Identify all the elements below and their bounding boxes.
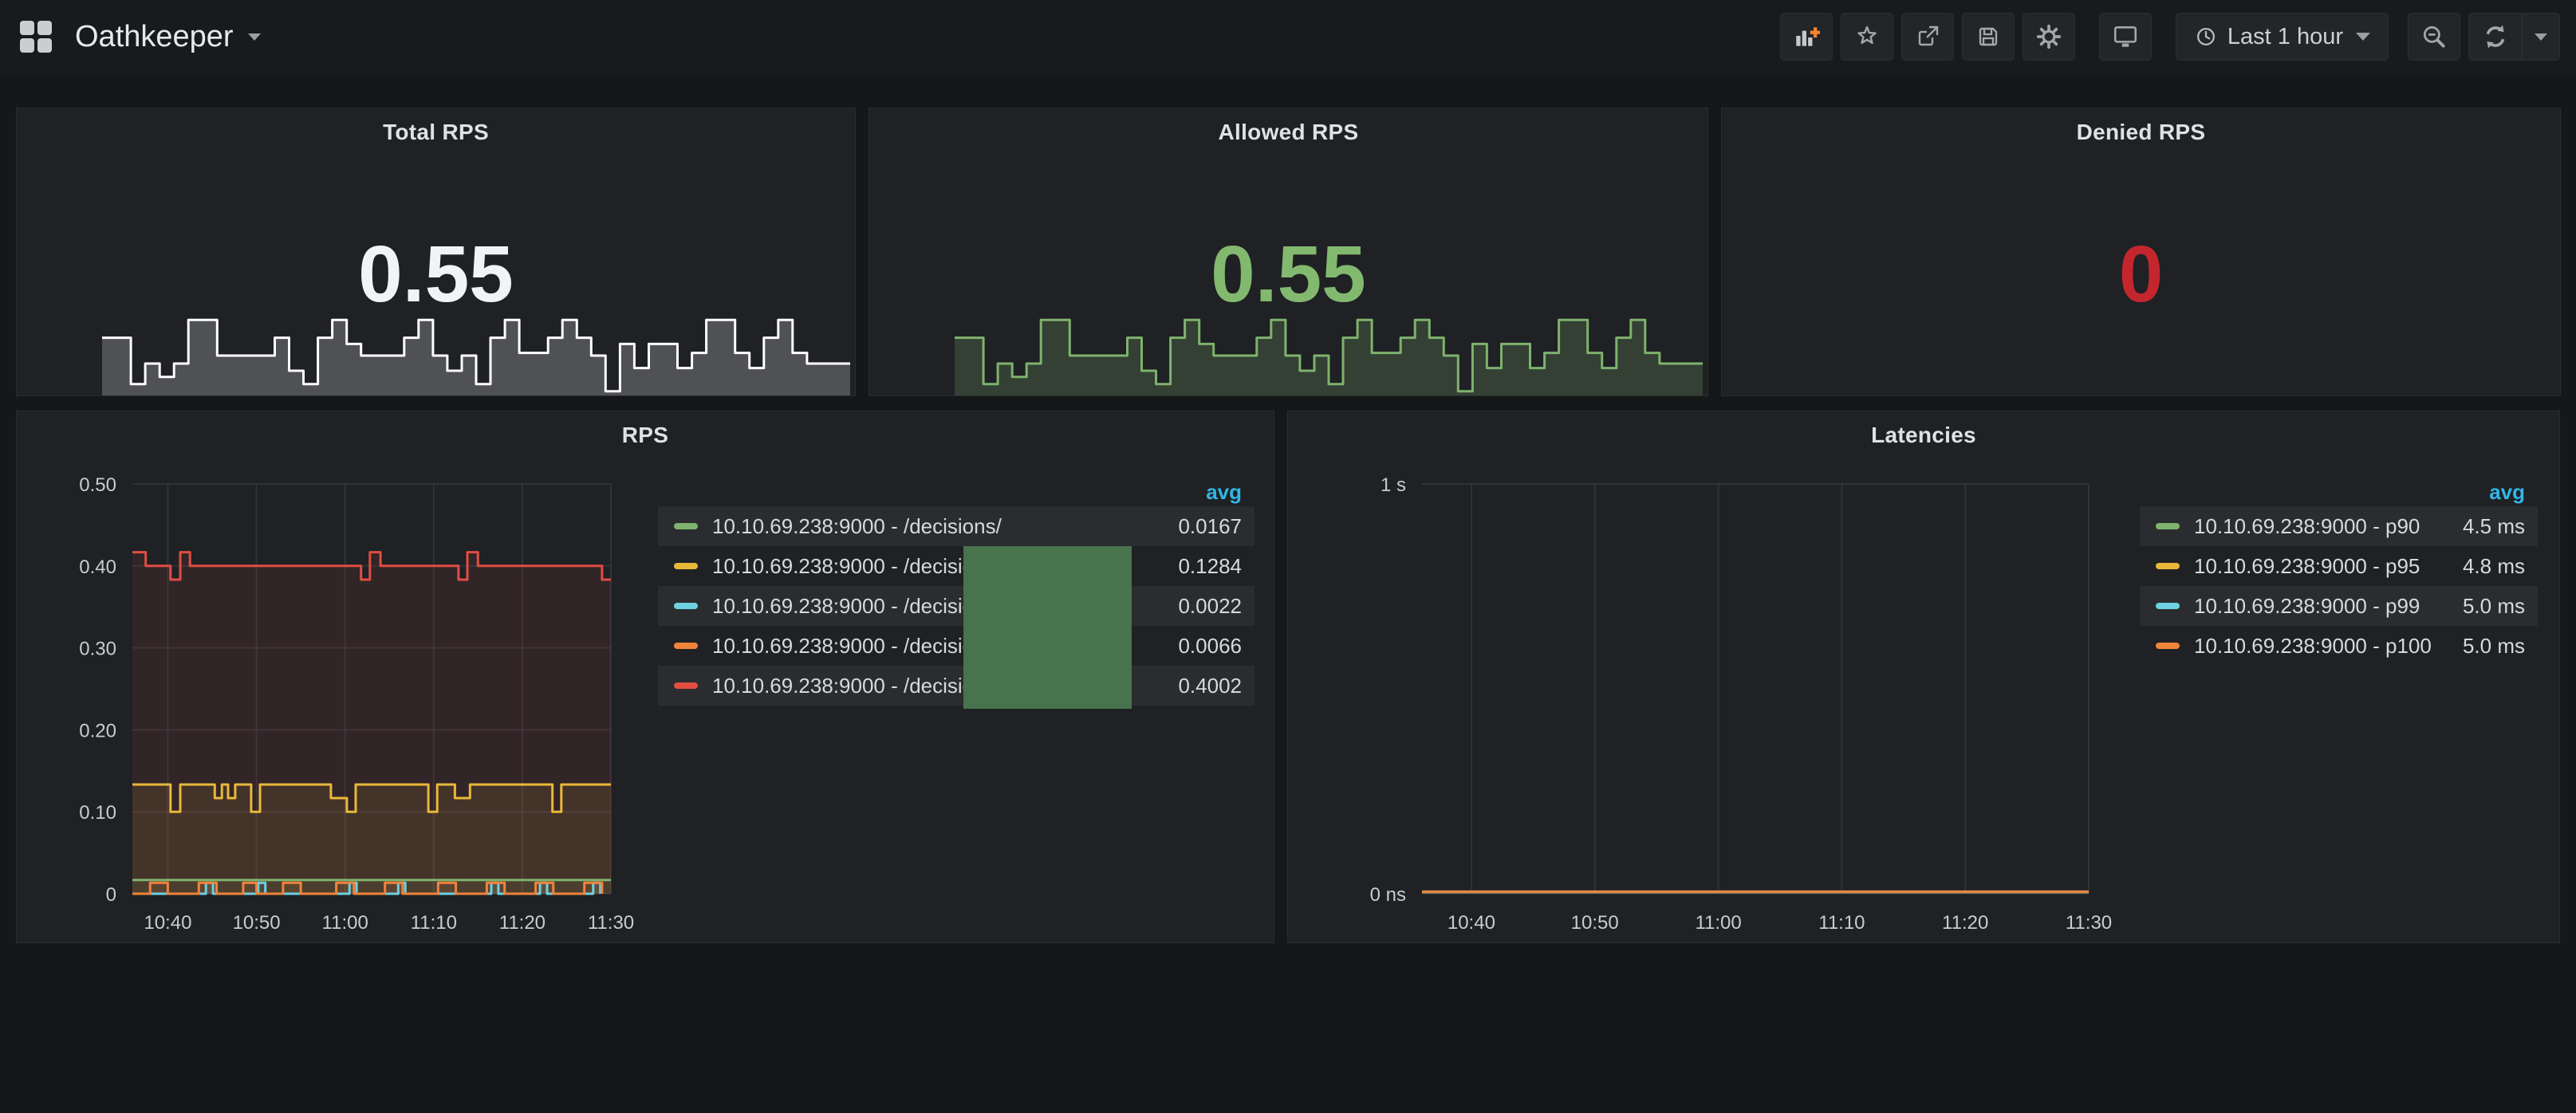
- settings-button[interactable]: [2023, 13, 2075, 61]
- series-avg-value: 5.0 ms: [2463, 634, 2538, 659]
- stat-value: 0: [1722, 234, 2560, 314]
- dashboard-title-group[interactable]: Oathkeeper: [19, 20, 261, 54]
- x-axis-label: 10:50: [1571, 912, 1619, 934]
- series-color-swatch[interactable]: [674, 643, 698, 649]
- x-axis-label: 11:00: [322, 912, 368, 934]
- clock-icon: [2194, 25, 2218, 49]
- star-button[interactable]: [1841, 13, 1893, 61]
- x-axis-label: 11:30: [588, 912, 634, 934]
- x-axis-label: 10:50: [233, 912, 281, 934]
- legend-avg-header[interactable]: avg: [2140, 478, 2538, 506]
- y-axis-label: 0.10: [79, 802, 116, 824]
- series-avg-value: 4.5 ms: [2463, 514, 2538, 539]
- series-color-swatch[interactable]: [674, 603, 698, 609]
- y-axis-label: 1 s: [1381, 474, 1406, 496]
- navbar: Oathkeeper: [0, 0, 2576, 73]
- latencies-legend: avg10.10.69.238:9000 - p904.5 ms10.10.69…: [2140, 478, 2538, 666]
- series-fill: [132, 553, 611, 894]
- series-avg-value: 0.0066: [1178, 634, 1255, 659]
- y-axis-label: 0.40: [79, 556, 116, 578]
- star-icon: [1854, 24, 1880, 49]
- panel-total-rps: Total RPS 0.55: [16, 108, 856, 396]
- legend-row[interactable]: 10.10.69.238:9000 - /decisions/0.4002: [658, 666, 1255, 706]
- legend-row[interactable]: 10.10.69.238:9000 - p904.5 ms: [2140, 506, 2538, 546]
- x-axis-label: 11:20: [1942, 912, 1988, 934]
- legend-overlay-artifact: [963, 546, 1132, 709]
- navbar-actions: Last 1 hour: [1772, 13, 2560, 61]
- time-range-picker[interactable]: Last 1 hour: [2176, 13, 2389, 61]
- legend-row[interactable]: 10.10.69.238:9000 - /decisions/0.0066: [658, 626, 1255, 666]
- caret-down-icon: [248, 33, 261, 41]
- series-color-swatch[interactable]: [2156, 643, 2180, 649]
- panel-title[interactable]: Allowed RPS: [869, 120, 1707, 145]
- y-axis-label: 0.20: [79, 720, 116, 741]
- x-axis-label: 11:20: [499, 912, 546, 934]
- panel-allowed-rps: Allowed RPS 0.55: [869, 108, 1708, 396]
- legend-row[interactable]: 10.10.69.238:9000 - p995.0 ms: [2140, 586, 2538, 626]
- sparkline: [102, 300, 850, 395]
- legend-row[interactable]: 10.10.69.238:9000 - /decisions/0.0167: [658, 506, 1255, 546]
- panel-rps-graph: RPS 00.100.200.300.400.5010:4010:5011:00…: [16, 411, 1274, 943]
- series-color-swatch[interactable]: [674, 523, 698, 529]
- y-axis-label: 0.30: [79, 639, 116, 660]
- refresh-button[interactable]: [2469, 14, 2522, 60]
- x-axis-label: 10:40: [144, 912, 191, 934]
- x-axis-label: 10:40: [1448, 912, 1495, 934]
- series-name[interactable]: 10.10.69.238:9000 - p95: [2194, 554, 2463, 579]
- refresh-interval-dropdown[interactable]: [2522, 14, 2559, 60]
- zoom-out-icon: [2420, 23, 2448, 50]
- series-avg-value: 0.0022: [1178, 594, 1255, 619]
- panel-denied-rps: Denied RPS 0: [1721, 108, 2561, 396]
- legend-row[interactable]: 10.10.69.238:9000 - p954.8 ms: [2140, 546, 2538, 586]
- series-name[interactable]: 10.10.69.238:9000 - p90: [2194, 514, 2463, 539]
- series-name[interactable]: 10.10.69.238:9000 - p100: [2194, 634, 2463, 659]
- zoom-out-button[interactable]: [2408, 13, 2460, 61]
- series-name[interactable]: 10.10.69.238:9000 - /decisions/: [712, 514, 1178, 539]
- sparkline: [955, 300, 1703, 395]
- add-panel-button[interactable]: [1780, 13, 1833, 61]
- gear-icon: [2035, 23, 2062, 50]
- series-avg-value: 0.1284: [1178, 554, 1255, 579]
- legend-avg-header[interactable]: avg: [658, 478, 1255, 506]
- save-button[interactable]: [1962, 13, 2015, 61]
- panel-latencies-graph: Latencies 0 ns1 s10:4010:5011:0011:1011:…: [1287, 411, 2560, 943]
- series-avg-value: 0.0167: [1178, 514, 1255, 539]
- panel-title[interactable]: Total RPS: [17, 120, 855, 145]
- refresh-icon: [2482, 23, 2509, 50]
- x-axis-label: 11:00: [1695, 912, 1741, 934]
- save-icon: [1975, 24, 2001, 49]
- rps-legend: avg10.10.69.238:9000 - /decisions/0.0167…: [658, 478, 1255, 706]
- tv-mode-button[interactable]: [2099, 13, 2152, 61]
- series-name[interactable]: 10.10.69.238:9000 - p99: [2194, 594, 2463, 619]
- x-axis-label: 11:10: [1818, 912, 1865, 934]
- y-axis-label: 0.50: [79, 474, 116, 496]
- y-axis-label: 0: [106, 884, 116, 906]
- series-color-swatch[interactable]: [674, 682, 698, 689]
- legend-row[interactable]: 10.10.69.238:9000 - p1005.0 ms: [2140, 626, 2538, 666]
- y-axis-label: 0 ns: [1370, 884, 1406, 906]
- dashboard-title[interactable]: Oathkeeper: [75, 20, 234, 54]
- add-panel-icon: [1793, 23, 1820, 50]
- caret-down-icon: [2535, 33, 2547, 41]
- share-icon: [1915, 24, 1940, 49]
- x-axis-label: 11:30: [2066, 912, 2112, 934]
- panel-title[interactable]: Denied RPS: [1722, 120, 2560, 145]
- series-color-swatch[interactable]: [2156, 563, 2180, 569]
- x-axis-label: 11:10: [411, 912, 457, 934]
- series-color-swatch[interactable]: [674, 563, 698, 569]
- grafana-dashboard: { "navbar": { "title": "Oathkeeper", "ti…: [0, 0, 2576, 1113]
- series-avg-value: 0.4002: [1178, 674, 1255, 698]
- series-color-swatch[interactable]: [2156, 603, 2180, 609]
- apps-grid-icon: [19, 20, 53, 53]
- refresh-button-group: [2468, 13, 2560, 61]
- legend-row[interactable]: 10.10.69.238:9000 - /decisions/0.0022: [658, 586, 1255, 626]
- time-range-label: Last 1 hour: [2227, 24, 2343, 50]
- series-avg-value: 4.8 ms: [2463, 554, 2538, 579]
- series-color-swatch[interactable]: [2156, 523, 2180, 529]
- share-button[interactable]: [1901, 13, 1954, 61]
- legend-row[interactable]: 10.10.69.238:9000 - /decisions/0.1284: [658, 546, 1255, 586]
- series-avg-value: 5.0 ms: [2463, 594, 2538, 619]
- tv-icon: [2112, 23, 2139, 50]
- caret-down-icon: [2356, 33, 2370, 41]
